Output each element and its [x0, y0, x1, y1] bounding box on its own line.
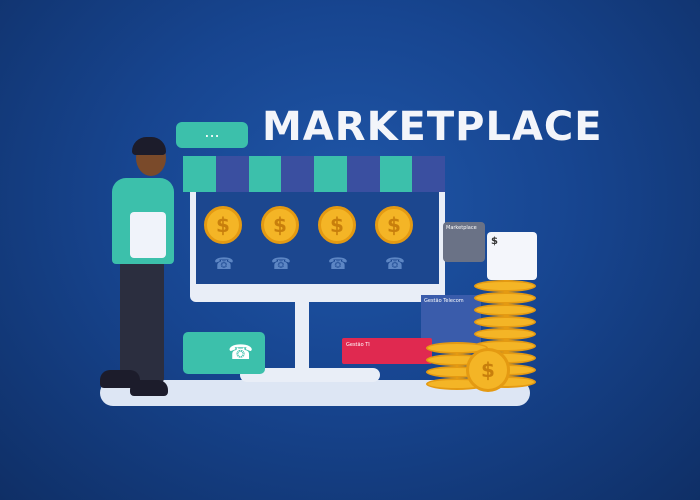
phone-icon: ☎	[271, 254, 291, 273]
phone-icon: ☎	[214, 254, 234, 273]
person-shoe	[130, 380, 168, 396]
telecom-card-label: Gestão Telecom	[424, 298, 464, 304]
coin-icon: $	[261, 206, 299, 244]
store-awning	[183, 156, 445, 192]
marketplace-title: MARKETPLACE	[262, 104, 603, 150]
person-legs	[120, 262, 164, 382]
it-card: Gestão TI	[342, 338, 432, 364]
phone-icon: ☎	[328, 254, 348, 273]
marketplace-illustration: MARKETPLACE ... $ $ $ $ ☎ ☎ ☎ ☎ $ Market…	[0, 0, 700, 500]
phone-card: ☎	[183, 332, 265, 374]
phone-icon: ☎	[385, 254, 405, 273]
dollar-icon: $	[491, 236, 498, 247]
coin-icon: $	[204, 206, 242, 244]
coin-icon: $	[375, 206, 413, 244]
monitor-stand	[295, 302, 309, 372]
tablet-icon	[130, 212, 166, 258]
coin-icon: $	[466, 348, 510, 392]
marketplace-card: Marketplace	[443, 222, 485, 262]
it-card-label: Gestão TI	[346, 342, 370, 348]
invoice-card: $	[487, 232, 537, 280]
person-hair	[132, 137, 166, 155]
chat-bubble-icon: ...	[176, 122, 248, 148]
phone-icon: ☎	[228, 340, 253, 364]
marketplace-card-label: Marketplace	[446, 225, 477, 231]
coin-icon: $	[318, 206, 356, 244]
